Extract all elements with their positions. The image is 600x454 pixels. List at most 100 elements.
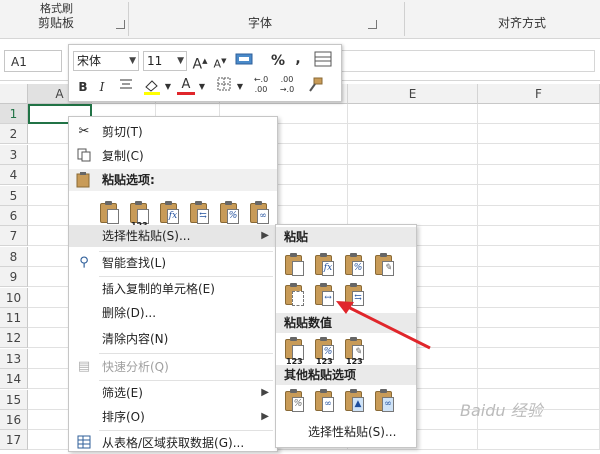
quick-analysis-icon: ▤	[77, 359, 91, 374]
paste-formulas-icon[interactable]: fx	[314, 253, 336, 279]
paste-special-label: 选择性粘贴(S)...	[102, 229, 191, 243]
column-header[interactable]: E	[348, 84, 478, 104]
grow-font-button[interactable]: A▲	[191, 51, 209, 73]
paste-linked-picture-icon[interactable]: ∞	[374, 389, 396, 415]
row-header[interactable]: 9	[0, 267, 28, 288]
ribbon-divider	[128, 2, 129, 36]
insert-copied-cells-menu-item[interactable]: 插入复制的单元格(E)	[69, 278, 277, 300]
font-color-label: A	[181, 77, 191, 92]
row-header[interactable]: 8	[0, 246, 28, 267]
chevron-down-icon[interactable]: ▼	[163, 77, 173, 97]
mini-toolbar: 宋体 ▼ 11 ▼ A▲ A▼ % , B I ▼ A ▼ ▼ ←.0.00 .00…	[68, 44, 342, 102]
chevron-down-icon: ▼	[177, 56, 184, 66]
menu-divider	[99, 430, 273, 431]
paste-special-menu-item[interactable]: 选择性粘贴(S)... ▶	[69, 225, 277, 247]
row-header[interactable]: 17	[0, 430, 28, 451]
ribbon-divider	[404, 2, 405, 36]
comma-style-button[interactable]: ,	[291, 49, 305, 69]
select-all-corner[interactable]	[0, 84, 28, 104]
percent-style-button[interactable]: %	[269, 51, 287, 71]
decrease-decimal-icon[interactable]: .00 →.0	[275, 75, 299, 95]
align-center-icon[interactable]	[117, 77, 135, 97]
font-launcher-icon[interactable]	[368, 20, 377, 29]
copy-label: 复制(C)	[102, 149, 144, 163]
formula-input[interactable]	[335, 50, 595, 72]
chevron-down-icon[interactable]: ▼	[197, 77, 207, 97]
format-painter-icon[interactable]	[305, 77, 325, 97]
row-header[interactable]: 13	[0, 348, 28, 369]
increase-decimal-icon[interactable]: ←.0.00	[249, 75, 273, 95]
row-header[interactable]: 14	[0, 369, 28, 390]
smart-lookup-menu-item[interactable]: ⚲ 智能查找(L)	[69, 252, 277, 274]
row-header[interactable]: 10	[0, 287, 28, 308]
borders-icon[interactable]	[215, 77, 233, 97]
clipboard-icon	[76, 172, 90, 195]
shrink-font-button[interactable]: A▼	[211, 51, 229, 71]
copy-icon	[76, 148, 92, 164]
clear-contents-menu-item[interactable]: 清除内容(N)	[69, 328, 277, 350]
quick-analysis-label: 快速分析(Q)	[102, 360, 169, 374]
paste-formulas-number-format-icon[interactable]: %	[344, 253, 366, 279]
font-color-button[interactable]: A	[177, 75, 195, 95]
table-format-icon[interactable]	[313, 51, 333, 71]
smart-lookup-label: 智能查找(L)	[102, 256, 167, 270]
fill-color-icon[interactable]	[141, 77, 163, 97]
sort-menu-item[interactable]: 排序(O) ▶	[69, 406, 277, 428]
chevron-down-icon: ▼	[129, 56, 136, 66]
quick-analysis-menu-item: ▤ 快速分析(Q)	[69, 356, 277, 378]
column-header[interactable]: F	[478, 84, 600, 104]
paste-formatting-icon[interactable]: %	[284, 389, 306, 415]
clipboard-launcher-icon[interactable]	[116, 20, 125, 29]
font-name-select[interactable]: 宋体 ▼	[73, 51, 139, 71]
cut-menu-item[interactable]: ✂ 剪切(T)	[69, 121, 277, 143]
red-arrow-annotation	[336, 301, 431, 350]
paste-formulas-icon[interactable]: fx	[159, 201, 181, 227]
cut-label: 剪切(T)	[102, 125, 143, 139]
number-format-icon[interactable]	[233, 51, 255, 71]
bold-button[interactable]: B	[75, 77, 91, 97]
paste-icon[interactable]	[99, 201, 121, 227]
row-header[interactable]: 15	[0, 389, 28, 410]
context-menu: ✂ 剪切(T) 复制(C) 粘贴选项: 123 fx ⇆ % ∞ 选择性粘贴(S…	[68, 116, 278, 452]
paste-no-borders-icon[interactable]	[284, 283, 306, 309]
row-header[interactable]: 12	[0, 328, 28, 349]
paste-formatting-icon[interactable]: %	[219, 201, 241, 227]
font-size-select[interactable]: 11 ▼	[143, 51, 187, 71]
row-header[interactable]: 16	[0, 410, 28, 430]
italic-button[interactable]: I	[95, 77, 109, 97]
row-header[interactable]: 5	[0, 185, 28, 206]
chevron-right-icon: ▶	[261, 411, 269, 422]
ribbon: 格式刷 剪贴板 字体 对齐方式	[0, 0, 600, 39]
paste-picture-icon[interactable]: ▲	[344, 389, 366, 415]
name-box[interactable]: A1	[4, 50, 62, 72]
paste-special-dialog-link[interactable]: 选择性粘贴(S)...	[308, 423, 396, 440]
paste-options-label: 粘贴选项:	[102, 173, 155, 187]
row-header[interactable]: 1	[0, 104, 28, 124]
delete-menu-item[interactable]: 删除(D)...	[69, 302, 277, 324]
paste-link-icon[interactable]: ∞	[314, 389, 336, 415]
paste-transpose-icon[interactable]: ⇆	[189, 201, 211, 227]
clipboard-group-label: 剪贴板	[38, 16, 75, 30]
chevron-down-icon[interactable]: ▼	[235, 77, 245, 97]
row-header[interactable]: 11	[0, 308, 28, 328]
row-header[interactable]: 6	[0, 206, 28, 226]
paste-values-icon[interactable]: 123	[129, 201, 151, 230]
paste-link-icon[interactable]: ∞	[249, 201, 271, 227]
row-header[interactable]: 7	[0, 226, 28, 247]
sort-label: 排序(O)	[102, 410, 145, 424]
row-header[interactable]: 4	[0, 165, 28, 186]
watermark: Baidu 经验	[460, 401, 543, 420]
copy-menu-item[interactable]: 复制(C)	[69, 145, 277, 167]
menu-divider	[99, 380, 273, 381]
paste-icon[interactable]	[284, 253, 306, 279]
paste-options-header: 粘贴选项:	[69, 169, 277, 191]
insert-copied-label: 插入复制的单元格(E)	[102, 282, 215, 296]
font-group-label: 字体	[248, 16, 273, 30]
row-header[interactable]: 3	[0, 144, 28, 165]
get-data-menu-item[interactable]: 从表格/区域获取数据(G)...	[69, 432, 277, 454]
paste-keep-source-format-icon[interactable]: ✎	[374, 253, 396, 279]
paste-values-icon[interactable]: 123	[284, 337, 306, 366]
scissors-icon: ✂	[78, 124, 90, 139]
row-header[interactable]: 2	[0, 124, 28, 145]
filter-menu-item[interactable]: 筛选(E) ▶	[69, 382, 277, 404]
